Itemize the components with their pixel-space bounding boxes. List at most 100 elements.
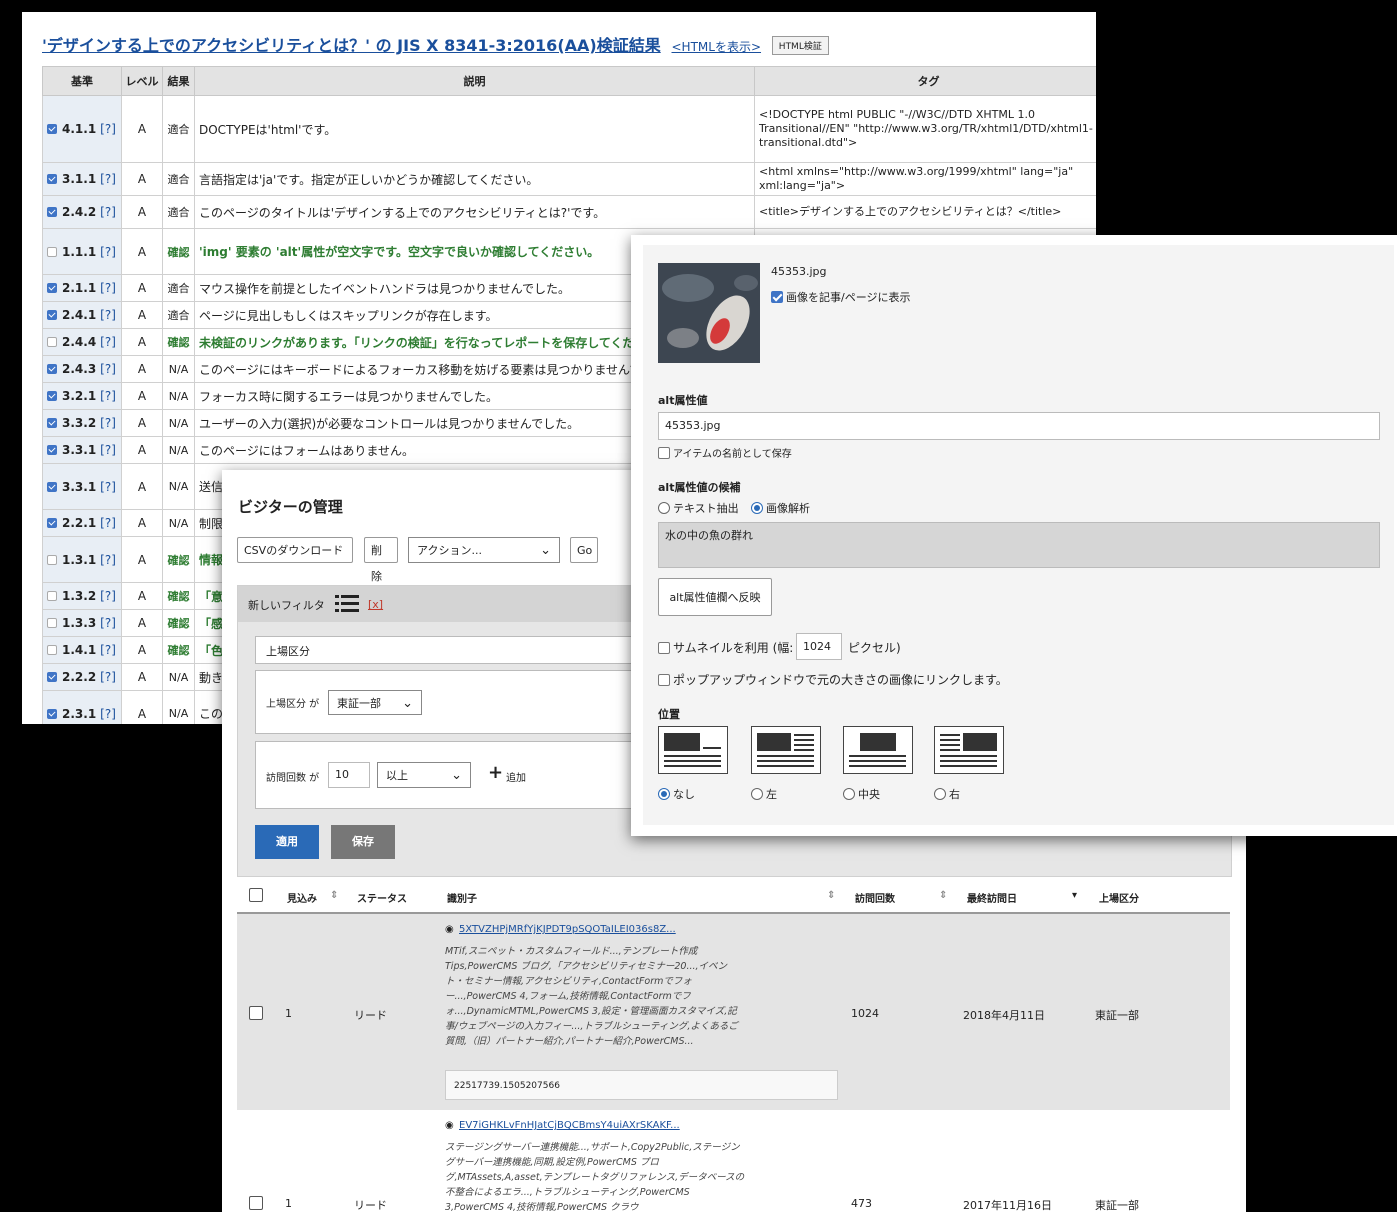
help-link[interactable]: [?] [100, 281, 116, 295]
candidate-textarea[interactable]: 水の中の魚の群れ [658, 522, 1380, 568]
apply-button[interactable]: 適用 [255, 825, 319, 859]
remove-filter-link[interactable]: [x] [368, 598, 383, 611]
show-html-link[interactable]: <HTMLを表示> [672, 40, 762, 54]
help-link[interactable]: [?] [100, 335, 116, 349]
position-none-radio[interactable] [658, 788, 670, 800]
sort-icon[interactable]: ⇕ [827, 890, 835, 901]
position-left-option[interactable]: 左 [751, 786, 777, 802]
position-none-option[interactable]: なし [658, 786, 695, 802]
help-link[interactable]: [?] [100, 670, 116, 684]
add-condition-label[interactable]: 追加 [506, 769, 526, 784]
position-right-radio[interactable] [934, 788, 946, 800]
save-as-name-checkbox[interactable] [658, 447, 670, 459]
sort-desc-icon[interactable]: ▾ [1072, 890, 1077, 901]
save-as-name-option[interactable]: アイテムの名前として保存 [658, 445, 792, 460]
action-select[interactable]: アクション... ⌄ [408, 537, 560, 563]
help-link[interactable]: [?] [100, 122, 116, 136]
help-link[interactable]: [?] [100, 308, 116, 322]
criterion-checkbox[interactable] [47, 672, 57, 682]
criterion-checkbox[interactable] [47, 481, 57, 492]
col-identifier[interactable]: 識別子 [447, 890, 477, 905]
help-link[interactable]: [?] [100, 707, 116, 721]
alt-input[interactable]: 45353.jpg [658, 412, 1380, 440]
popup-link-checkbox[interactable] [658, 674, 670, 686]
report-title[interactable]: 'デザインする上でのアクセシビリティとは？' の JIS X 8341-3:20… [42, 36, 661, 55]
criterion-checkbox[interactable] [47, 174, 57, 184]
list-icon[interactable] [335, 594, 359, 618]
listing-select[interactable]: 東証一部 ⌄ [328, 690, 422, 715]
criterion-checkbox[interactable] [47, 283, 57, 293]
select-all-checkbox[interactable] [249, 888, 263, 902]
position-none-preview[interactable] [658, 726, 728, 774]
criterion-checkbox[interactable] [47, 518, 57, 528]
row-identifier-link[interactable]: EV7iGHKLvFnHJatCjBQCBmsY4uiAXrSKAKF... [459, 1120, 680, 1131]
go-button[interactable]: Go [570, 537, 598, 563]
use-thumbnail-option[interactable]: サムネイルを利用 (幅: [658, 639, 793, 656]
criterion-checkbox[interactable] [47, 310, 57, 320]
reflect-alt-button[interactable]: alt属性値欄へ反映 [658, 578, 772, 616]
criterion-checkbox[interactable] [47, 124, 57, 134]
csv-download-button[interactable]: CSVのダウンロード [237, 537, 353, 563]
position-center-option[interactable]: 中央 [843, 786, 880, 802]
table-row[interactable]: 1 リード ◉ EV7iGHKLvFnHJatCjBQCBmsY4uiAXrSK… [237, 1110, 1230, 1212]
criterion-checkbox[interactable] [47, 391, 57, 401]
sort-icon[interactable]: ⇕ [330, 890, 338, 901]
level-cell: A [121, 636, 163, 664]
criterion-checkbox[interactable] [47, 337, 57, 347]
save-filter-button[interactable]: 保存 [331, 825, 395, 859]
thumbnail-width-input[interactable]: 1024 [796, 633, 842, 660]
position-center-radio[interactable] [843, 788, 855, 800]
criterion-checkbox[interactable] [47, 554, 57, 565]
help-link[interactable]: [?] [100, 205, 116, 219]
criterion-checkbox[interactable] [47, 591, 57, 601]
visits-input[interactable]: 10 [328, 762, 370, 788]
position-left-radio[interactable] [751, 788, 763, 800]
criterion-checkbox[interactable] [47, 645, 57, 655]
criterion-checkbox[interactable] [47, 364, 57, 374]
text-extract-option[interactable]: テキスト抽出 [658, 500, 739, 516]
position-left-preview[interactable] [751, 726, 821, 774]
col-listing[interactable]: 上場区分 [1099, 890, 1139, 905]
help-link[interactable]: [?] [100, 553, 116, 567]
col-prospect[interactable]: 見込み [287, 890, 317, 905]
html-check-button[interactable]: HTML検証 [771, 36, 829, 55]
row-checkbox[interactable] [249, 1196, 263, 1210]
criterion-checkbox[interactable] [47, 618, 57, 628]
help-link[interactable]: [?] [100, 480, 116, 494]
criterion-checkbox[interactable] [47, 418, 57, 428]
visits-operator-select[interactable]: 以上 ⌄ [377, 762, 471, 788]
position-center-preview[interactable] [843, 726, 913, 774]
help-link[interactable]: [?] [100, 362, 116, 376]
col-last-visit[interactable]: 最終訪問日 [967, 890, 1017, 905]
plus-icon[interactable]: + [488, 762, 503, 783]
sort-icon[interactable]: ⇕ [939, 890, 947, 901]
help-link[interactable]: [?] [100, 172, 116, 186]
col-status[interactable]: ステータス [357, 890, 407, 905]
table-row[interactable]: 1 リード ◉ 5XTVZHPjMRfYjKJPDT9pSQOTaILEI036… [237, 914, 1230, 1110]
image-analysis-radio[interactable] [751, 502, 763, 514]
row-identifier-link[interactable]: 5XTVZHPjMRfYjKJPDT9pSQOTaILEI036s8Z... [459, 924, 676, 935]
position-right-option[interactable]: 右 [934, 786, 960, 802]
criterion-checkbox[interactable] [47, 445, 57, 455]
row-checkbox[interactable] [249, 1006, 263, 1020]
use-thumbnail-checkbox[interactable] [658, 642, 670, 654]
help-link[interactable]: [?] [100, 643, 116, 657]
criterion-checkbox[interactable] [47, 708, 57, 719]
help-link[interactable]: [?] [100, 516, 116, 530]
criterion-checkbox[interactable] [47, 246, 57, 257]
position-right-preview[interactable] [934, 726, 1004, 774]
help-link[interactable]: [?] [100, 443, 116, 457]
help-link[interactable]: [?] [100, 589, 116, 603]
show-in-post-checkbox[interactable] [771, 291, 783, 303]
text-extract-radio[interactable] [658, 502, 670, 514]
col-visits[interactable]: 訪問回数 [855, 890, 895, 905]
help-link[interactable]: [?] [100, 245, 116, 259]
help-link[interactable]: [?] [100, 416, 116, 430]
criterion-checkbox[interactable] [47, 207, 57, 217]
popup-link-option[interactable]: ポップアップウィンドウで元の大きさの画像にリンクします。 [658, 671, 1008, 688]
help-link[interactable]: [?] [100, 616, 116, 630]
help-link[interactable]: [?] [100, 389, 116, 403]
delete-button[interactable]: 削除 [364, 537, 398, 583]
image-analysis-option[interactable]: 画像解析 [751, 500, 810, 516]
show-in-post-option[interactable]: 画像を記事/ページに表示 [771, 289, 911, 305]
